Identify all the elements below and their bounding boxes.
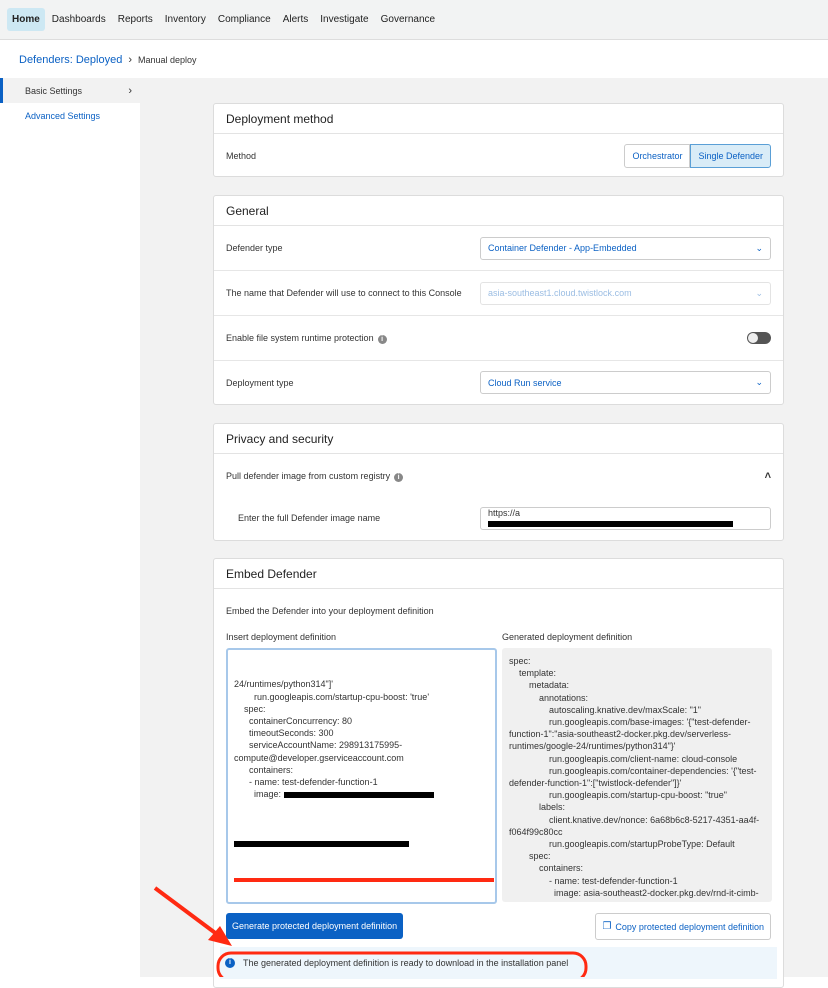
red-arrow bbox=[153, 886, 232, 946]
annotation-overlay bbox=[153, 886, 588, 977]
red-highlight-ellipse bbox=[216, 951, 588, 977]
